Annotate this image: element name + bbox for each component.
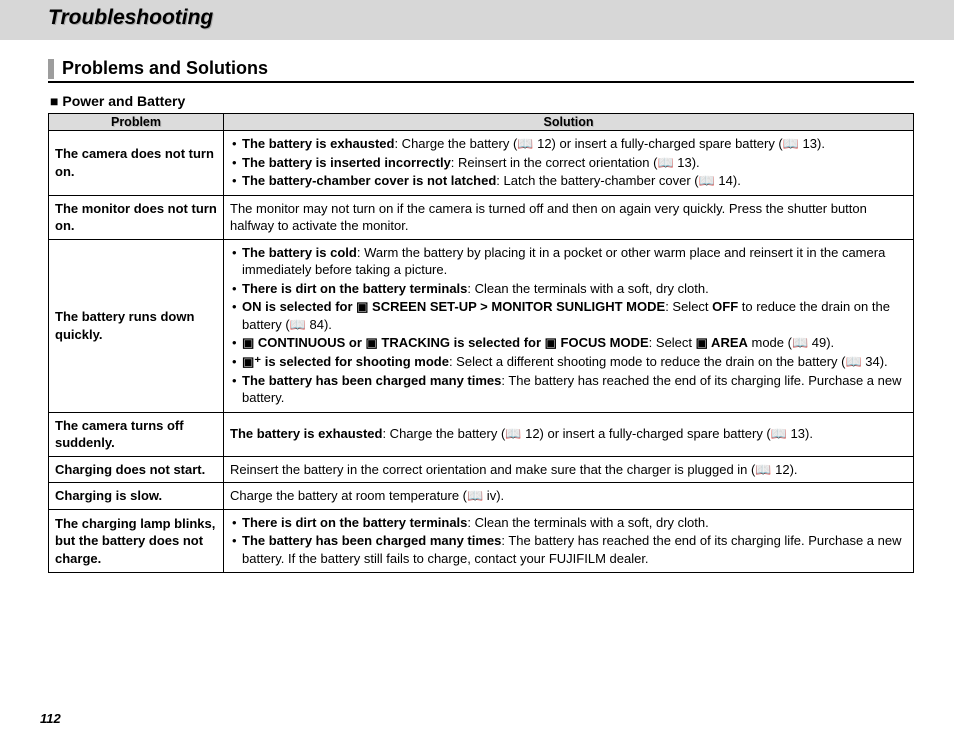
solution-cell: The battery is cold: Warm the battery by…: [224, 239, 914, 412]
problem-cell: The battery runs down quickly.: [49, 239, 224, 412]
section-heading: Problems and Solutions: [48, 58, 914, 83]
page-header: Troubleshooting: [0, 0, 954, 40]
section-title: Problems and Solutions: [62, 58, 268, 79]
table-row: Charging is slow.Charge the battery at r…: [49, 483, 914, 510]
page-number: 112: [40, 711, 61, 726]
solution-cell: There is dirt on the battery terminals: …: [224, 509, 914, 573]
col-header-solution: Solution: [224, 114, 914, 131]
solution-bullet: The battery has been charged many times:…: [232, 372, 907, 407]
solution-cell: The battery is exhausted: Charge the bat…: [224, 412, 914, 456]
solution-bullet: The battery is exhausted: Charge the bat…: [232, 135, 907, 153]
solution-bullet: The battery has been charged many times:…: [232, 532, 907, 567]
table-row: The charging lamp blinks, but the batter…: [49, 509, 914, 573]
table-row: The camera does not turn on. The battery …: [49, 131, 914, 196]
section-accent-bar: [48, 59, 54, 79]
problem-cell: The camera turns off suddenly.: [49, 412, 224, 456]
solution-cell: Charge the battery at room temperature (…: [224, 483, 914, 510]
solution-cell: Reinsert the battery in the correct orie…: [224, 456, 914, 483]
solution-cell: The monitor may not turn on if the camer…: [224, 195, 914, 239]
solution-bullet: The battery is cold: Warm the battery by…: [232, 244, 907, 279]
troubleshooting-table: Problem Solution The camera does not tur…: [48, 113, 914, 573]
subsection-title: Power and Battery: [50, 93, 914, 109]
solution-bullet: ▣⁺ is selected for shooting mode: Select…: [232, 353, 907, 371]
problem-cell: Charging is slow.: [49, 483, 224, 510]
table-row: The monitor does not turn on.The monitor…: [49, 195, 914, 239]
solution-bullet: The battery-chamber cover is not latched…: [232, 172, 907, 190]
problem-cell: Charging does not start.: [49, 456, 224, 483]
solution-bullet: ▣ CONTINUOUS or ▣ TRACKING is selected f…: [232, 334, 907, 352]
col-header-problem: Problem: [49, 114, 224, 131]
table-row: The camera turns off suddenly.The batter…: [49, 412, 914, 456]
solution-bullet: There is dirt on the battery terminals: …: [232, 514, 907, 532]
page-content: Problems and Solutions Power and Battery…: [0, 40, 954, 573]
problem-cell: The monitor does not turn on.: [49, 195, 224, 239]
table-row: The battery runs down quickly.The batter…: [49, 239, 914, 412]
solution-bullet: There is dirt on the battery terminals: …: [232, 280, 907, 298]
problem-cell: The camera does not turn on.: [49, 131, 224, 196]
problem-cell: The charging lamp blinks, but the batter…: [49, 509, 224, 573]
solution-bullet: ON is selected for ▣ SCREEN SET-UP > MON…: [232, 298, 907, 333]
solution-cell: The battery is exhausted: Charge the bat…: [224, 131, 914, 196]
header-title: Troubleshooting: [48, 6, 954, 30]
solution-bullet: The battery is inserted incorrectly: Rei…: [232, 154, 907, 172]
table-row: Charging does not start.Reinsert the bat…: [49, 456, 914, 483]
